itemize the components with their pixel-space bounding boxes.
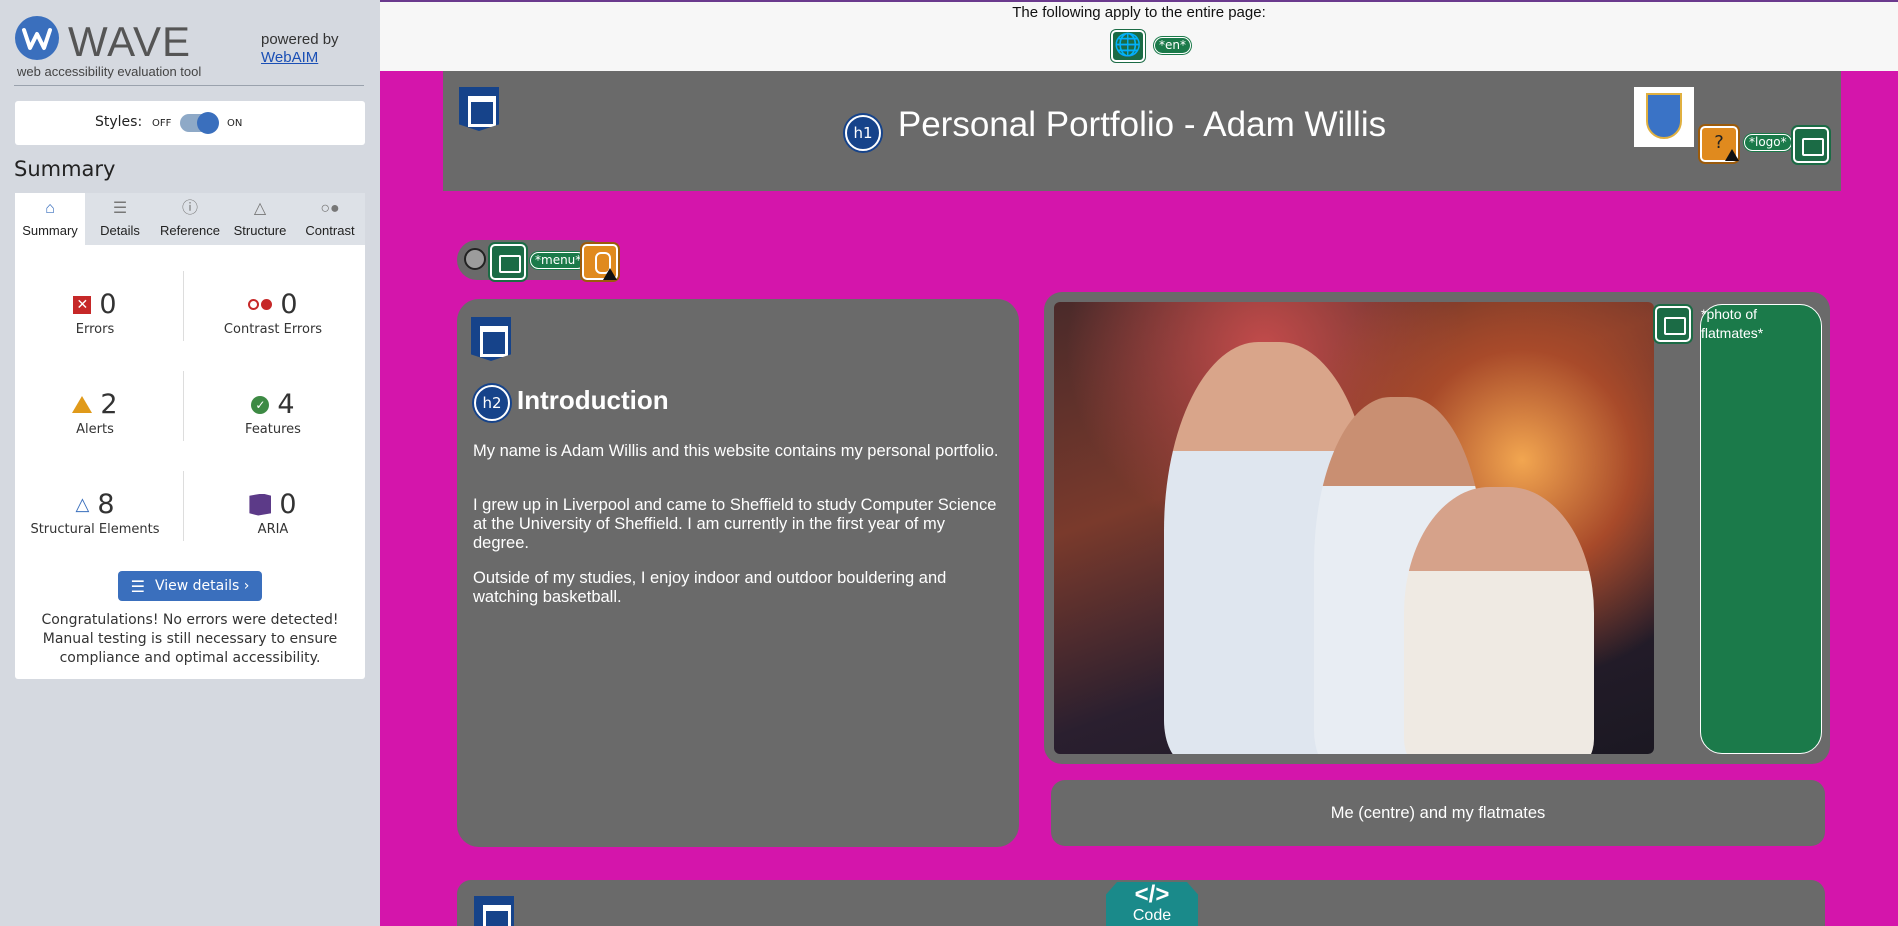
tab-label: Structure	[233, 223, 287, 238]
stat-separator	[183, 471, 184, 541]
tab-structure[interactable]: △ Structure	[225, 193, 295, 245]
image-icon[interactable]	[1793, 127, 1829, 163]
contrast-error-icon	[248, 299, 273, 310]
alert-warning-icon	[1725, 149, 1739, 161]
image-icon[interactable]	[1655, 306, 1691, 342]
summary-heading: Summary	[14, 157, 116, 181]
intro-paragraph: My name is Adam Willis and this website …	[473, 442, 999, 460]
stat-structural: △ 8 Structural Elements	[15, 489, 175, 537]
menu-circle-icon[interactable]	[464, 248, 486, 270]
flatmates-photo	[1054, 302, 1654, 754]
alert-warning-icon	[603, 268, 617, 280]
language-pill[interactable]: *en*	[1154, 37, 1191, 54]
errors-count: 0	[99, 289, 117, 320]
intro-paragraph: I grew up in Liverpool and came to Sheff…	[473, 496, 997, 552]
styles-on-label: ON	[227, 118, 243, 129]
university-crest-logo	[1634, 87, 1694, 147]
tab-reference[interactable]: ⓘ Reference	[155, 193, 225, 245]
stat-contrast-errors: 0 Contrast Errors	[193, 289, 353, 337]
wave-subtitle: web accessibility evaluation tool	[17, 64, 202, 79]
tab-label: Details	[100, 223, 140, 238]
image-icon[interactable]	[490, 244, 526, 280]
home-icon: ⌂	[45, 200, 55, 217]
wave-logo-icon	[15, 16, 59, 60]
styles-toggle-box: Styles: OFF ON	[15, 101, 365, 145]
h2-badge-icon[interactable]: h2	[474, 385, 510, 421]
alerts-count: 2	[100, 389, 118, 420]
code-label: Code	[1132, 907, 1172, 924]
styles-toggle-switch[interactable]	[180, 112, 219, 134]
alerts-label: Alerts	[76, 422, 114, 437]
list-icon: ☰	[130, 576, 145, 596]
alt-line-2: flatmates*	[1701, 325, 1764, 341]
page-wide-notice: The following apply to the entire page:	[1012, 4, 1266, 21]
header-banner: Personal Portfolio - Adam Willis h1 ? *l…	[443, 71, 1841, 191]
structural-count: 8	[97, 489, 115, 520]
tab-label: Contrast	[305, 223, 355, 238]
hierarchy-icon: △	[253, 200, 267, 217]
photo-alt-text-box[interactable]: *photo of flatmates*	[1700, 304, 1822, 754]
code-symbol: </>	[1134, 881, 1170, 908]
aria-count: 0	[279, 489, 297, 520]
contrast-errors-count: 0	[280, 289, 298, 320]
wave-sidebar: WAVE web accessibility evaluation tool p…	[0, 0, 380, 926]
tab-summary[interactable]: ⌂ Summary	[15, 193, 85, 245]
features-label: Features	[245, 422, 301, 437]
tab-contrast[interactable]: ○● Contrast	[295, 193, 365, 245]
stat-alerts: 2 Alerts	[15, 389, 175, 437]
wave-title: WAVE	[68, 18, 192, 65]
stat-aria: 0 ARIA	[193, 489, 353, 537]
section-landmark-icon[interactable]	[474, 896, 514, 926]
view-details-label: View details ›	[154, 578, 250, 594]
logo-alt-pill[interactable]: *logo*	[1744, 134, 1792, 151]
stat-features: ✓ 4 Features	[193, 389, 353, 437]
contrast-icon: ○●	[320, 200, 340, 217]
page-wide-bar: The following apply to the entire page: …	[380, 0, 1898, 71]
panel-tabs: ⌂ Summary ☰ Details ⓘ Reference △ Struct…	[15, 193, 365, 245]
photo-caption: Me (centre) and my flatmates	[1051, 780, 1825, 846]
alt-line-1: *photo of	[1701, 306, 1758, 322]
stat-errors: ✕ 0 Errors	[15, 289, 175, 337]
introduction-heading: Introduction	[517, 385, 669, 415]
styles-label: Styles:	[95, 114, 143, 130]
list-icon: ☰	[112, 200, 128, 217]
powered-by-text: powered by	[261, 31, 339, 48]
tab-label: Summary	[22, 223, 78, 238]
tab-label: Reference	[160, 223, 220, 238]
header-divider	[14, 85, 364, 86]
webaim-link[interactable]: WebAIM	[261, 49, 318, 66]
introduction-section: h2 Introduction My name is Adam Willis a…	[457, 299, 1019, 847]
summary-panel: ⌂ Summary ☰ Details ⓘ Reference △ Struct…	[15, 193, 365, 679]
aria-label: ARIA	[257, 522, 289, 537]
h2-badge-wrap: h2	[474, 385, 510, 421]
toggle-knob	[197, 112, 219, 134]
person-right	[1404, 487, 1594, 754]
styles-off-label: OFF	[152, 118, 172, 129]
view-details-button[interactable]: ☰ View details ›	[118, 571, 262, 601]
stat-separator	[183, 271, 184, 341]
language-globe-icon[interactable]: 🌐	[1111, 30, 1145, 62]
intro-paragraph: Outside of my studies, I enjoy indoor an…	[473, 569, 947, 606]
congrats-message: Congratulations! No errors were detected…	[41, 612, 339, 666]
features-count: 4	[277, 389, 295, 420]
errors-label: Errors	[75, 322, 115, 337]
stat-separator	[183, 371, 184, 441]
analyzed-page: The following apply to the entire page: …	[380, 0, 1898, 926]
h1-badge-wrap: h1	[845, 115, 881, 151]
structural-label: Structural Elements	[30, 522, 160, 537]
contrast-errors-label: Contrast Errors	[223, 322, 323, 337]
code-badge-icon[interactable]: </> Code	[1106, 882, 1198, 926]
menu-alt-pill[interactable]: *menu*	[530, 252, 587, 269]
feature-check-icon: ✓	[251, 395, 270, 414]
crest-shield	[1646, 93, 1682, 139]
alert-icon	[72, 396, 93, 413]
aria-icon	[249, 493, 272, 516]
section-landmark-icon[interactable]	[471, 317, 511, 361]
info-icon: ⓘ	[181, 200, 198, 217]
page-title: Personal Portfolio - Adam Willis	[897, 105, 1387, 144]
h1-badge-icon[interactable]: h1	[845, 115, 881, 151]
tab-details[interactable]: ☰ Details	[85, 193, 155, 245]
structure-icon: △	[75, 494, 90, 515]
error-icon: ✕	[73, 295, 92, 314]
